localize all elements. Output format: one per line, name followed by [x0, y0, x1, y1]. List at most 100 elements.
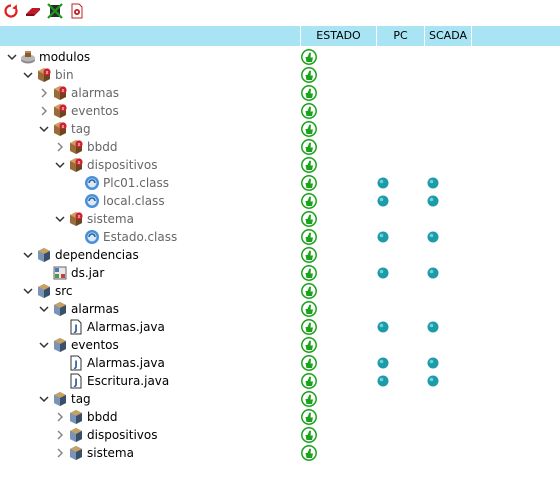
column-pc[interactable]: PC: [376, 26, 424, 46]
package-icon: [52, 337, 68, 353]
chevron-down-icon[interactable]: [54, 159, 66, 171]
tree-row[interactable]: x dispositivos: [0, 156, 560, 174]
tree-node-label: tag: [71, 122, 91, 136]
tree-row[interactable]: eventos: [0, 336, 560, 354]
tree-row[interactable]: local.class: [0, 192, 560, 210]
pc-dot-icon: [377, 177, 389, 189]
tree-row[interactable]: x bbdd: [0, 138, 560, 156]
pc-dot-icon: [377, 321, 389, 333]
column-estado[interactable]: ESTADO: [300, 26, 376, 46]
chevron-down-icon[interactable]: [38, 303, 50, 315]
svg-text:x: x: [78, 160, 81, 166]
tree-node-label: sistema: [87, 212, 134, 226]
class-file-icon: [84, 193, 100, 209]
chevron-down-icon[interactable]: [38, 393, 50, 405]
java-file-icon: J: [68, 373, 84, 389]
pc-dot-icon: [377, 231, 389, 243]
chevron-right-icon[interactable]: [54, 447, 66, 459]
chevron-down-icon[interactable]: [22, 69, 34, 81]
tree-row[interactable]: ds.jar: [0, 264, 560, 282]
status-ok-icon: [301, 103, 317, 119]
tree-node-label: Estado.class: [103, 230, 178, 244]
tree-node-label: eventos: [71, 338, 119, 352]
tree-node-label: dependencias: [55, 248, 139, 262]
package-icon: [68, 427, 84, 443]
tree-node-label: bbdd: [87, 410, 118, 424]
chevron-right-icon[interactable]: [38, 105, 50, 117]
status-ok-icon: [301, 229, 317, 245]
svg-text:x: x: [62, 106, 65, 112]
status-ok-icon: [301, 427, 317, 443]
tree-row[interactable]: tag: [0, 390, 560, 408]
status-ok-icon: [301, 49, 317, 65]
chevron-down-icon[interactable]: [22, 285, 34, 297]
tree-row[interactable]: J Alarmas.java: [0, 318, 560, 336]
eraser-icon[interactable]: [24, 2, 42, 20]
scada-dot-icon: [427, 375, 439, 387]
cross-out-icon[interactable]: [46, 2, 64, 20]
tree-row[interactable]: sistema: [0, 444, 560, 462]
status-ok-icon: [301, 355, 317, 371]
tree-row[interactable]: src: [0, 282, 560, 300]
package-icon: [36, 247, 52, 263]
root-module-icon: [20, 49, 36, 65]
class-file-icon: [84, 229, 100, 245]
refresh-icon[interactable]: [2, 2, 20, 20]
class-file-icon: [84, 175, 100, 191]
tree-row[interactable]: Plc01.class: [0, 174, 560, 192]
tree-row[interactable]: J Escritura.java: [0, 372, 560, 390]
svg-text:x: x: [46, 70, 49, 76]
tree-row[interactable]: bbdd: [0, 408, 560, 426]
pc-dot-icon: [377, 195, 389, 207]
tree-row[interactable]: modulos: [0, 48, 560, 66]
status-ok-icon: [301, 391, 317, 407]
tree-row[interactable]: dependencias: [0, 246, 560, 264]
tree-node-label: dispositivos: [87, 158, 158, 172]
status-ok-icon: [301, 175, 317, 191]
tree-node-label: eventos: [71, 104, 119, 118]
chevron-down-icon[interactable]: [38, 339, 50, 351]
status-ok-icon: [301, 121, 317, 137]
tree-node-label: alarmas: [71, 86, 120, 100]
status-ok-icon: [301, 193, 317, 209]
scada-dot-icon: [427, 177, 439, 189]
tree-row[interactable]: x bin: [0, 66, 560, 84]
tree-node-label: src: [55, 284, 73, 298]
status-ok-icon: [301, 157, 317, 173]
module-tree: modulos x bin x alarmas x eventos x tag x bbdd x dis…: [0, 48, 560, 462]
status-ok-icon: [301, 301, 317, 317]
scada-dot-icon: [427, 195, 439, 207]
chevron-down-icon[interactable]: [54, 213, 66, 225]
java-file-icon: J: [68, 355, 84, 371]
tree-row[interactable]: x eventos: [0, 102, 560, 120]
column-scada[interactable]: SCADA: [424, 26, 472, 46]
tree-row[interactable]: x tag: [0, 120, 560, 138]
scada-dot-icon: [427, 321, 439, 333]
tree-row[interactable]: alarmas: [0, 300, 560, 318]
chevron-right-icon[interactable]: [38, 87, 50, 99]
status-ok-icon: [301, 211, 317, 227]
status-ok-icon: [301, 139, 317, 155]
tree-row[interactable]: x alarmas: [0, 84, 560, 102]
tree-node-label: local.class: [103, 194, 165, 208]
chevron-down-icon[interactable]: [6, 51, 18, 63]
tree-row[interactable]: Estado.class: [0, 228, 560, 246]
status-ok-icon: [301, 265, 317, 281]
chevron-right-icon[interactable]: [54, 429, 66, 441]
chevron-down-icon[interactable]: [38, 123, 50, 135]
tree-row[interactable]: J Alarmas.java: [0, 354, 560, 372]
tree-node-label: Alarmas.java: [87, 320, 165, 334]
pdf-document-icon[interactable]: [68, 2, 86, 20]
tree-node-label: bbdd: [87, 140, 118, 154]
tree-row[interactable]: x sistema: [0, 210, 560, 228]
package-icon: [68, 445, 84, 461]
tree-row[interactable]: dispositivos: [0, 426, 560, 444]
chevron-right-icon[interactable]: [54, 141, 66, 153]
bin-package-icon: x: [52, 121, 68, 137]
chevron-down-icon[interactable]: [22, 249, 34, 261]
bin-package-icon: x: [52, 85, 68, 101]
status-ok-icon: [301, 319, 317, 335]
chevron-right-icon[interactable]: [54, 411, 66, 423]
bin-package-icon: x: [36, 67, 52, 83]
status-ok-icon: [301, 445, 317, 461]
